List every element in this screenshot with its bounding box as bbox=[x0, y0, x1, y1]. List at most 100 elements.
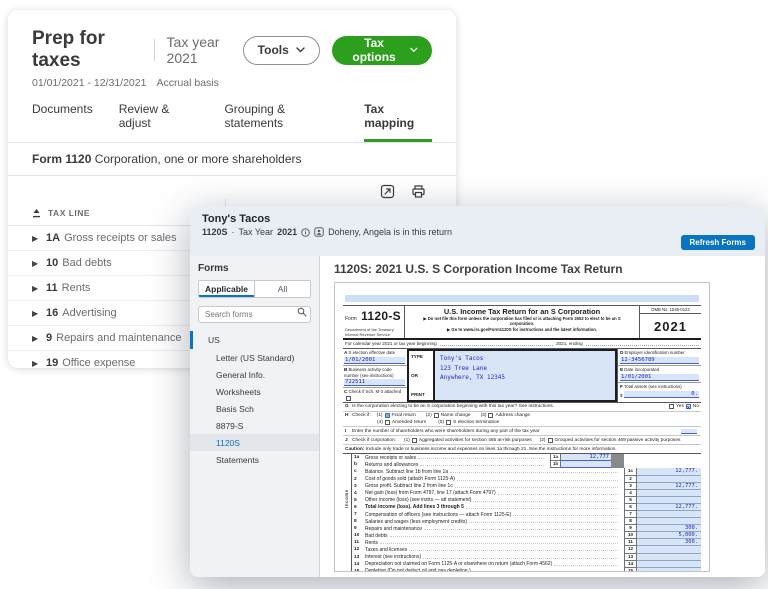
business-code-field[interactable]: 722511 bbox=[344, 379, 405, 386]
info-icon[interactable] bbox=[301, 228, 310, 237]
line-i[interactable]: I Enter the number of shareholders who w… bbox=[343, 427, 701, 436]
ein-field[interactable]: 12-3456789 bbox=[620, 357, 699, 364]
line-amount-field[interactable] bbox=[637, 490, 701, 497]
refresh-forms-button[interactable]: Refresh Forms bbox=[681, 235, 755, 250]
box-d[interactable]: DEmployer identification number 12-34567… bbox=[618, 349, 701, 366]
forms-list-item[interactable]: Worksheets bbox=[198, 383, 311, 400]
shareholder-count-field[interactable] bbox=[681, 429, 697, 434]
expand-arrow-icon[interactable]: ▶ bbox=[32, 234, 46, 243]
form-line-row[interactable]: 5 Other income (loss) (see instrs — att … bbox=[352, 497, 701, 504]
line-amount-field[interactable]: 12,777. bbox=[637, 483, 701, 490]
line-amount-field[interactable] bbox=[637, 554, 701, 561]
name-change-checkbox[interactable] bbox=[434, 413, 439, 418]
line-amount-field[interactable]: 300. bbox=[637, 525, 701, 532]
expand-arrow-icon[interactable]: ▶ bbox=[32, 259, 46, 268]
prep-tab[interactable]: Grouping & statements bbox=[224, 102, 338, 142]
form-line-row[interactable]: 4 Net gain (loss) from Form 4797, line 1… bbox=[352, 490, 701, 497]
s-election-termination-checkbox[interactable] bbox=[446, 420, 451, 425]
line-amount-field[interactable] bbox=[561, 461, 611, 468]
aggregated-activities-checkbox[interactable] bbox=[412, 438, 417, 443]
forms-list-item[interactable]: 8879-S bbox=[198, 417, 311, 434]
field-highlight-strip[interactable] bbox=[345, 295, 699, 302]
line-h2[interactable]: (4)Amended return (5)S election terminat… bbox=[343, 418, 701, 427]
form-line-row[interactable]: 10 Bad debts 10 5,000. 10 5,000. bbox=[352, 532, 701, 539]
expand-arrow-icon[interactable]: ▶ bbox=[32, 284, 46, 293]
form-line-row[interactable]: 6 Total income (loss). Add lines 3 throu… bbox=[352, 504, 701, 511]
forms-list-item[interactable]: 1120S bbox=[190, 434, 319, 451]
expand-arrow-icon[interactable]: ▶ bbox=[32, 359, 46, 368]
prep-tab[interactable]: Tax mapping bbox=[364, 102, 432, 142]
person-icon[interactable] bbox=[314, 227, 324, 237]
line-amount-field[interactable]: 300. bbox=[637, 539, 701, 546]
sort-icon[interactable] bbox=[32, 208, 41, 218]
line-label: Bad debts bbox=[365, 533, 388, 539]
line-j[interactable]: J Check if corporation: (1)Aggregated ac… bbox=[343, 436, 701, 445]
grouped-activities-checkbox[interactable] bbox=[548, 438, 553, 443]
expand-arrow-icon[interactable]: ▶ bbox=[32, 334, 46, 343]
column-header-taxline[interactable]: TAX LINE bbox=[48, 208, 90, 218]
box-e[interactable]: EDate incorporated 1/01/2001 bbox=[618, 366, 701, 383]
sidebar-tab[interactable]: Applicable bbox=[199, 281, 254, 297]
line-amount-field[interactable]: 12,777. bbox=[637, 468, 701, 475]
line-amount-field[interactable] bbox=[637, 546, 701, 553]
form-line-row[interactable]: 11 Rents 11 300. 11 300. bbox=[352, 539, 701, 546]
corp-name-field[interactable]: Tony's Tacos bbox=[440, 354, 610, 363]
search-icon[interactable] bbox=[297, 307, 307, 317]
form-line-row[interactable]: b Returns and allowances 1b 1b bbox=[352, 461, 701, 468]
m3-checkbox[interactable] bbox=[346, 396, 351, 401]
line-amount-field[interactable]: 12,777. bbox=[637, 504, 701, 511]
line-amount-field[interactable]: 12,777 bbox=[561, 454, 611, 461]
print-icon[interactable] bbox=[411, 184, 426, 199]
line-amount-field[interactable] bbox=[637, 518, 701, 525]
line-amount-field[interactable]: 5,000. bbox=[637, 532, 701, 539]
form-line-row[interactable]: 13 Interest (see instructions) 13 13 bbox=[352, 554, 701, 561]
city-state-zip-field[interactable]: Anywhere, TX 12345 bbox=[440, 373, 610, 382]
expand-arrow-icon[interactable]: ▶ bbox=[32, 309, 46, 318]
form-line-row[interactable]: 12 Taxes and licenses 12 12 bbox=[352, 546, 701, 553]
line-g[interactable]: G Is the corporation electing to be an S… bbox=[343, 403, 701, 412]
line-amount-field[interactable] bbox=[637, 511, 701, 518]
form-line-row[interactable]: 1a Gross receipts or sales 1a 12,777 1a … bbox=[352, 454, 701, 461]
name-address-fields[interactable]: Tony's Tacos 123 Tree Lane Anywhere, TX … bbox=[435, 351, 615, 399]
line-amount-field[interactable] bbox=[637, 497, 701, 504]
line-number: 1a bbox=[352, 455, 365, 460]
tools-button[interactable]: Tools bbox=[243, 36, 320, 65]
prep-tab[interactable]: Documents bbox=[32, 102, 93, 142]
amended-return-checkbox[interactable] bbox=[385, 420, 390, 425]
form-line-row[interactable]: 8 Salaries and wages (less employment cr… bbox=[352, 518, 701, 525]
sidebar-tab[interactable]: All bbox=[254, 281, 310, 297]
box-c[interactable]: CCheck if Sch. M-3 attached bbox=[343, 388, 407, 401]
line-label: Net gain (loss) from Form 4797, line 17 … bbox=[365, 490, 496, 496]
total-assets-field[interactable]: 0. bbox=[624, 391, 699, 398]
line-amount-field[interactable] bbox=[637, 561, 701, 568]
forms-group-us[interactable]: US bbox=[190, 331, 311, 349]
form-line-row[interactable]: 14 Depreciation not claimed on Form 1125… bbox=[352, 561, 701, 568]
forms-list-item[interactable]: Basis Sch bbox=[198, 400, 311, 417]
search-input[interactable] bbox=[198, 306, 311, 323]
final-return-checkbox[interactable] bbox=[385, 413, 390, 418]
form-line-row[interactable]: 2 Cost of goods sold (attach Form 1125-A… bbox=[352, 476, 701, 483]
date-incorporated-field[interactable]: 1/01/2001 bbox=[620, 374, 699, 381]
tax-options-button[interactable]: Tax options bbox=[332, 36, 432, 65]
street-field[interactable]: 123 Tree Lane bbox=[440, 364, 610, 373]
form-line-row[interactable]: 15 Depletion (Do not deduct oil and gas … bbox=[352, 568, 701, 572]
g-yes-checkbox[interactable] bbox=[669, 404, 674, 409]
form-line-row[interactable]: c Balance. Subtract line 1b from line 1a… bbox=[352, 468, 701, 475]
s-election-date-field[interactable]: 1/01/2001 bbox=[344, 357, 405, 364]
forms-list-item[interactable]: Statements bbox=[198, 451, 311, 468]
box-b[interactable]: BBusiness activity code number (see inst… bbox=[343, 366, 407, 388]
address-change-checkbox[interactable] bbox=[488, 413, 493, 418]
box-a[interactable]: AS election effective date 1/01/2001 bbox=[343, 349, 407, 366]
line-amount-field[interactable] bbox=[637, 476, 701, 483]
form-line-row[interactable]: 7 Compensation of officers (see instruct… bbox=[352, 511, 701, 518]
form-line-row[interactable]: 9 Repairs and maintenance 9 300. 9 300. bbox=[352, 525, 701, 532]
prep-tab[interactable]: Review & adjust bbox=[119, 102, 199, 142]
forms-list-item[interactable]: Letter (US Standard) bbox=[198, 349, 311, 366]
forms-list-item[interactable]: General Info. bbox=[198, 366, 311, 383]
name-address-box[interactable]: TYPEORPRINT Tony's Tacos 123 Tree Lane A… bbox=[407, 349, 617, 401]
line-amount-field[interactable] bbox=[637, 568, 701, 572]
export-icon[interactable] bbox=[380, 184, 395, 199]
g-no-checkbox[interactable]: X bbox=[686, 404, 691, 409]
form-line-row[interactable]: 3 Gross profit. Subtract line 2 from lin… bbox=[352, 483, 701, 490]
box-f[interactable]: FTotal assets (see instructions) $ 0. bbox=[618, 383, 701, 399]
